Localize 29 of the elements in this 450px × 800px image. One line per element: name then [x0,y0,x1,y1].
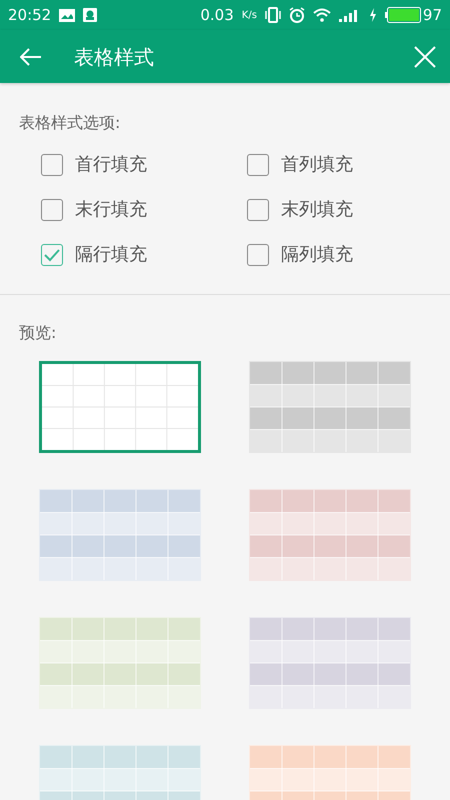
checkbox-option[interactable]: 末行填充 [41,196,147,223]
vibrate-icon [264,7,281,23]
checkbox-option[interactable]: 首行填充 [41,151,147,178]
checkbox-option[interactable]: 隔行填充 [41,241,147,268]
table-style-thumbnail[interactable] [39,489,201,581]
battery-text: 97 [422,4,442,26]
check-icon [44,248,60,262]
section-label: 预览: [19,322,58,344]
checkbox-option[interactable]: 末列填充 [247,196,353,223]
checkbox-option[interactable]: 隔列填充 [247,241,353,268]
section-label: 表格样式选项: [19,112,122,134]
chat-notification-icon [83,8,98,22]
speed-unit-text: K/s [242,8,257,22]
image-notification-icon [59,8,76,22]
charging-icon [368,8,377,22]
battery-icon [384,7,421,23]
table-style-thumbnail[interactable] [39,617,201,709]
table-style-thumbnail[interactable] [249,617,411,709]
clock-text: 20:52 [8,4,52,26]
network-speed-text: 0.03 [200,4,234,26]
checkbox-option[interactable]: 首列填充 [247,151,353,178]
page-title: 表格样式 [74,44,154,70]
table-style-thumbnail[interactable] [39,361,201,453]
alarm-icon [288,7,305,23]
wifi-icon [312,8,331,22]
close-button[interactable] [414,46,436,68]
table-style-thumbnail[interactable] [249,361,411,453]
table-style-thumbnail[interactable] [249,489,411,581]
back-button[interactable] [20,48,42,66]
